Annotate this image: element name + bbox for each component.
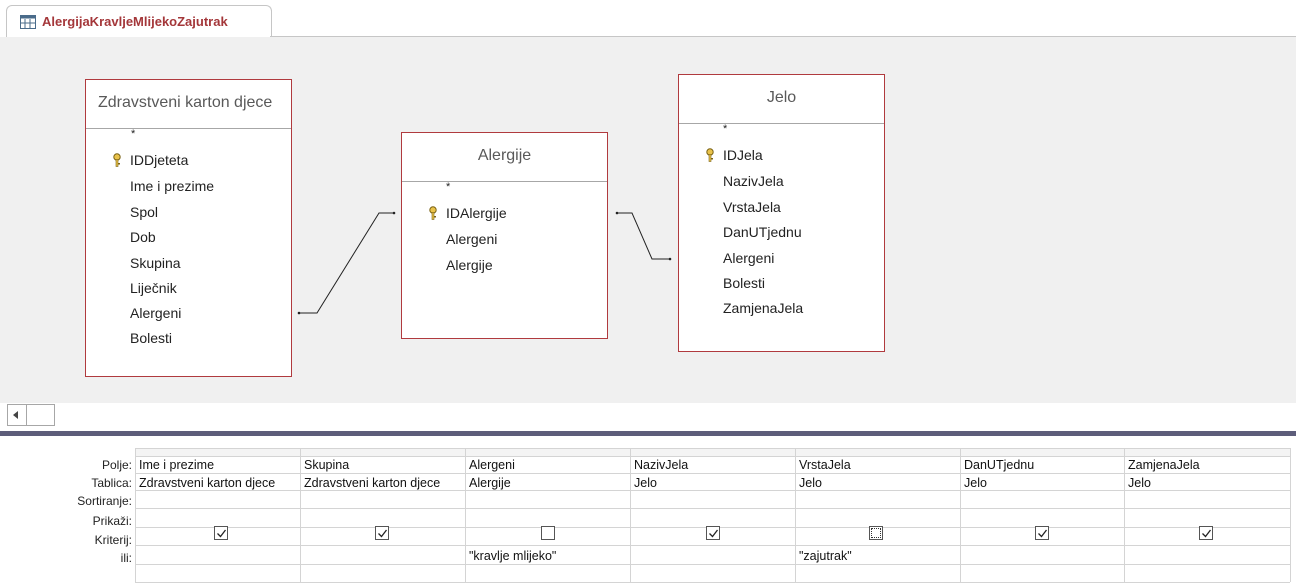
row-label-show: Prikaži:: [92, 514, 132, 528]
field-danutjednu[interactable]: DanUTjednu: [723, 224, 802, 240]
field-alergeni[interactable]: Alergeni: [130, 305, 181, 321]
table-header[interactable]: Jelo: [679, 75, 884, 124]
field-alergije[interactable]: Alergije: [446, 257, 493, 273]
field-zamjenajela[interactable]: ZamjenaJela: [723, 300, 803, 316]
primary-key-icon: [706, 148, 714, 162]
field-alergeni[interactable]: Alergeni: [723, 250, 774, 266]
document-tab-bar: AlergijaKravljeMlijekoZajutrak: [0, 0, 1296, 40]
field-spol[interactable]: Spol: [130, 204, 158, 220]
field-alergeni[interactable]: Alergeni: [446, 231, 497, 247]
show-checkbox[interactable]: [1199, 526, 1213, 540]
field-vrstajela[interactable]: VrstaJela: [723, 199, 781, 215]
grid-criteria-cell[interactable]: "zajutrak": [799, 549, 959, 563]
field-bolesti[interactable]: Bolesti: [723, 275, 765, 291]
field-ljecnik[interactable]: Liječnik: [130, 280, 177, 296]
table-title: Alergije: [477, 147, 532, 164]
show-checkbox[interactable]: [1035, 526, 1049, 540]
table-title: Zdravstveni karton djece: [98, 94, 273, 111]
field-iddjeteta[interactable]: IDDjeteta: [130, 152, 188, 168]
primary-key-icon: [429, 206, 437, 220]
row-label-criteria: Kriterij:: [94, 533, 132, 547]
field-all[interactable]: *: [446, 181, 450, 193]
grid-field-cell[interactable]: Alergeni: [469, 458, 629, 472]
field-dob[interactable]: Dob: [130, 229, 156, 245]
grid-table-cell[interactable]: Alergije: [469, 476, 629, 490]
field-idjela[interactable]: IDJela: [723, 147, 763, 163]
field-skupina[interactable]: Skupina: [130, 255, 181, 271]
primary-key-icon: [113, 153, 121, 167]
query-design-grid: Polje: Tablica: Sortiranje: Prikaži: Kri…: [0, 436, 1296, 585]
show-checkbox[interactable]: [869, 526, 883, 540]
grid-table-cell[interactable]: Jelo: [634, 476, 794, 490]
query-tab[interactable]: AlergijaKravljeMlijekoZajutrak: [6, 5, 272, 37]
arrow-left-icon: [13, 411, 18, 419]
table-header[interactable]: Zdravstveni karton djece: [86, 80, 291, 129]
grid-field-cell[interactable]: ZamjenaJela: [1128, 458, 1288, 472]
grid-table-cell[interactable]: Zdravstveni karton djece: [139, 476, 299, 490]
designer-horizontal-scrollbar[interactable]: [0, 403, 1296, 429]
field-idalergije[interactable]: IDAlergije: [446, 205, 507, 221]
table-zdravstveni-karton-djece[interactable]: Zdravstveni karton djece * IDDjeteta Ime…: [85, 79, 292, 377]
show-checkbox[interactable]: [706, 526, 720, 540]
show-checkbox[interactable]: [375, 526, 389, 540]
query-tab-title: AlergijaKravljeMlijekoZajutrak: [42, 14, 228, 29]
field-all[interactable]: *: [723, 123, 727, 135]
grid-table-cell[interactable]: Jelo: [799, 476, 959, 490]
grid-table-cell[interactable]: Jelo: [964, 476, 1124, 490]
row-label-or: ili:: [120, 551, 132, 565]
table-alergije[interactable]: Alergije * IDAlergije Alergeni Alergije: [401, 132, 608, 339]
table-jelo[interactable]: Jelo * IDJela NazivJela VrstaJela DanUTj…: [678, 74, 885, 352]
grid-criteria-cell[interactable]: "kravlje mlijeko": [469, 549, 629, 563]
grid-field-cell[interactable]: Ime i prezime: [139, 458, 299, 472]
grid-table-cell[interactable]: Zdravstveni karton djece: [304, 476, 464, 490]
field-nazivjela[interactable]: NazivJela: [723, 173, 784, 189]
scroll-left-button[interactable]: [7, 404, 27, 426]
field-bolesti[interactable]: Bolesti: [130, 330, 172, 346]
grid-field-cell[interactable]: DanUTjednu: [964, 458, 1124, 472]
show-checkbox[interactable]: [214, 526, 228, 540]
table-title: Jelo: [766, 89, 797, 106]
grid-field-cell[interactable]: NazivJela: [634, 458, 794, 472]
show-checkbox[interactable]: [541, 526, 555, 540]
row-label-field: Polje:: [101, 458, 132, 472]
grid-table-cell[interactable]: Jelo: [1128, 476, 1288, 490]
field-all[interactable]: *: [131, 128, 135, 140]
scroll-thumb[interactable]: [27, 404, 55, 426]
grid-field-cell[interactable]: Skupina: [304, 458, 464, 472]
field-ime-i-prezime[interactable]: Ime i prezime: [130, 178, 214, 194]
row-label-sort: Sortiranje:: [77, 494, 132, 508]
row-label-table: Tablica:: [91, 476, 132, 490]
query-design-icon: [20, 15, 36, 29]
table-header[interactable]: Alergije: [402, 133, 607, 182]
grid-field-cell[interactable]: VrstaJela: [799, 458, 959, 472]
